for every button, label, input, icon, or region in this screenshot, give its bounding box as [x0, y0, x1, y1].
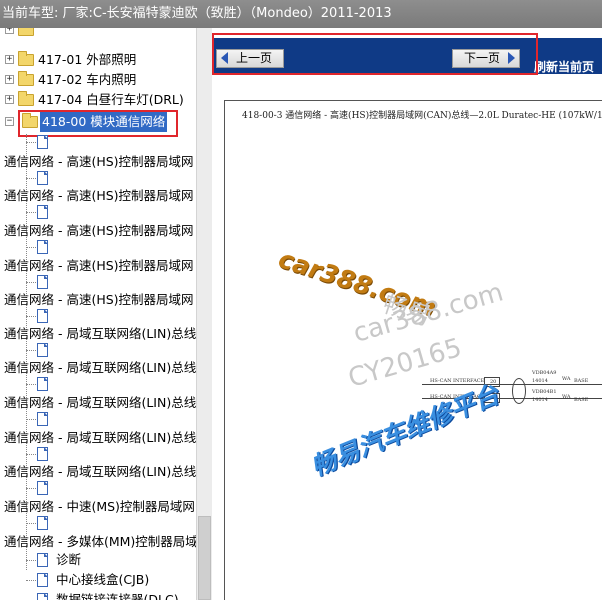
document-icon	[37, 343, 48, 357]
document-icon	[37, 412, 48, 426]
document-icon	[37, 593, 48, 600]
document-icon	[37, 516, 48, 530]
document-panel: 上一页 下一页 刷新当前页 418-00-3 通信网络 - 高速(HS)控制器局…	[212, 28, 602, 600]
folder-icon	[18, 51, 34, 66]
title-bar: 当前车型: 厂家:C-长安福特蒙迪欧（致胜）（Mondeo）2011-2013	[0, 0, 602, 28]
expand-icon[interactable]: +	[5, 28, 14, 34]
document-icon	[37, 447, 48, 461]
refresh-current-page-link[interactable]: 刷新当前页	[534, 58, 594, 75]
twisted-pair-symbol	[512, 378, 526, 404]
tree-scroll-thumb[interactable]	[198, 516, 211, 600]
document-icon	[37, 377, 48, 391]
selection-highlight-box	[18, 110, 178, 137]
folder-icon	[18, 28, 34, 36]
current-model-text: 当前车型: 厂家:C-长安福特蒙迪欧（致胜）（Mondeo）2011-2013	[2, 6, 392, 21]
document-icon	[37, 135, 48, 149]
document-icon	[37, 553, 48, 567]
folder-icon	[18, 91, 34, 106]
wiring-diagram	[224, 100, 602, 600]
connector-box	[484, 393, 500, 403]
category-tree[interactable]: + + 417-01 外部照明 + 417-02 车内照明 + 417-04 白…	[0, 28, 196, 600]
tree-item-label: 417-01 外部照明	[38, 52, 137, 67]
folder-icon	[18, 71, 34, 86]
diagram-caption: 418-00-3 通信网络 - 高速(HS)控制器局域网(CAN)总线—2.0L…	[242, 111, 602, 121]
tree-item-label: 417-02 车内照明	[38, 72, 137, 87]
tree-scrollbar[interactable]	[196, 28, 212, 600]
expand-icon[interactable]: +	[5, 75, 14, 84]
tree-item-label: 417-04 白昼行车灯(DRL)	[38, 92, 184, 107]
document-icon	[37, 309, 48, 323]
expand-icon[interactable]: +	[5, 55, 14, 64]
document-icon	[37, 205, 48, 219]
document-icon	[37, 481, 48, 495]
document-icon	[37, 240, 48, 254]
document-icon	[37, 275, 48, 289]
document-icon	[37, 171, 48, 185]
expand-icon[interactable]: +	[5, 95, 14, 104]
collapse-icon[interactable]: −	[5, 117, 14, 126]
document-icon	[37, 573, 48, 587]
nav-highlight-box	[212, 33, 538, 75]
